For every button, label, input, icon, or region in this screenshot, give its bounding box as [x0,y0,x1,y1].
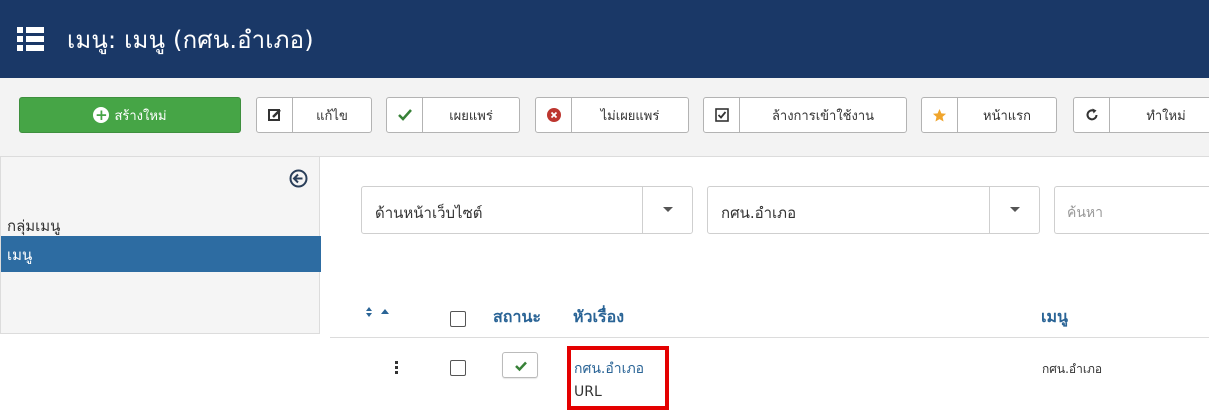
times-circle-icon [536,98,572,132]
home-button[interactable]: หน้าแรก [921,97,1057,133]
table-header: สถานะ หัวเรื่อง เมนู [330,297,1209,338]
edit-icon [257,98,293,132]
rebuild-button[interactable]: ทำใหม่ [1073,97,1209,133]
sidebar: กลุ่มเมนู เมนู [0,157,321,334]
chevron-down-icon [642,187,692,233]
search-input[interactable]: ค้นหา [1054,186,1209,234]
refresh-icon [1074,98,1110,132]
column-menu[interactable]: เมนู [1041,305,1068,330]
select-all-checkbox[interactable] [450,311,466,327]
chevron-down-icon [989,187,1039,233]
highlight-box [567,346,669,410]
new-button-label: สร้างใหม่ [114,108,167,124]
client-select-value: ด้านหน้าเว็บไซต์ [375,204,483,222]
menu-select-value: กศน.อำเภอ [721,204,797,222]
edit-button[interactable]: แก้ไข [256,97,372,133]
sidebar-item-label: เมนู [7,246,33,264]
page-title: เมนู: เมนู (กศน.อำเภอ) [67,25,314,54]
drag-handle-icon[interactable] [395,361,399,376]
row-checkbox[interactable] [450,360,466,376]
client-select[interactable]: ด้านหน้าเว็บไซต์ [361,186,693,234]
item-menu: กศน.อำเภอ [1042,362,1103,376]
check-icon [387,98,423,132]
check-icon [515,361,527,372]
checkbox-icon [704,98,740,132]
unpublish-button[interactable]: ไม่เผยแพร่ [535,97,689,133]
home-button-label: หน้าแรก [983,108,1031,124]
plus-circle-icon: + [93,106,110,124]
search-placeholder: ค้นหา [1067,205,1104,221]
table-row: กศน.อำเภอ URL กศน.อำเภอ [330,338,1209,414]
rebuild-button-label: ทำใหม่ [1146,108,1186,124]
sidebar-item-menus[interactable]: เมนู [1,236,321,272]
toolbar: + สร้างใหม่ แก้ไข เผยแพร่ ไม่เผยแพร่ ล้า… [0,78,1209,157]
sidebar-item-label: กลุ่มเมนู [7,217,61,235]
new-button[interactable]: + สร้างใหม่ [19,97,241,133]
unpublish-button-label: ไม่เผยแพร่ [600,108,660,124]
page-header: เมนู: เมนู (กศน.อำเภอ) [0,0,1209,78]
sidebar-item-menu-groups[interactable]: กลุ่มเมนู [1,214,321,238]
list-icon [17,27,44,51]
checkin-button[interactable]: ล้างการเข้าใช้งาน [703,97,907,133]
checkin-button-label: ล้างการเข้าใช้งาน [771,108,875,124]
column-title[interactable]: หัวเรื่อง [573,305,624,330]
published-toggle[interactable] [502,352,538,378]
publish-button[interactable]: เผยแพร่ [386,97,520,133]
arrow-circle-left-icon[interactable] [289,169,308,188]
sort-icon[interactable] [365,306,391,321]
column-status[interactable]: สถานะ [493,305,541,330]
menu-select[interactable]: กศน.อำเภอ [707,186,1040,234]
edit-button-label: แก้ไข [316,108,348,124]
star-icon [922,98,958,132]
publish-button-label: เผยแพร่ [449,108,493,124]
